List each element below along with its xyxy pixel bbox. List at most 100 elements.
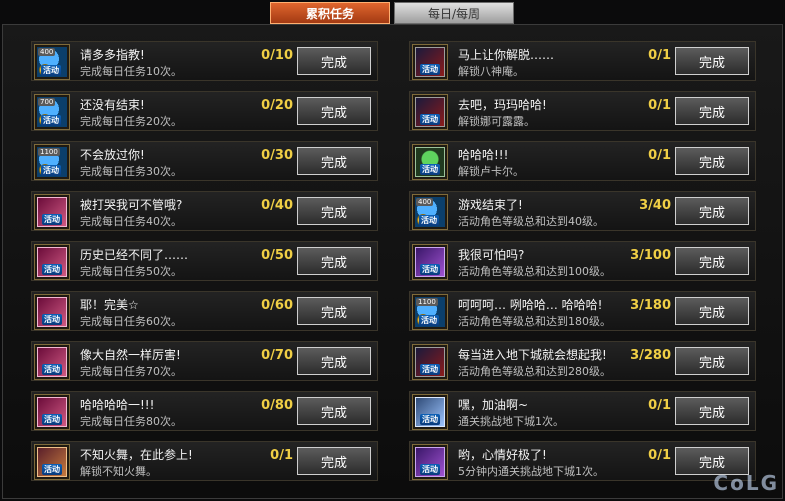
task-row: 400 活动 游戏结束了! 活动角色等级总和达到40级。 3/40 完成 (409, 191, 756, 231)
complete-button-label: 完成 (698, 455, 725, 471)
complete-button-label: 完成 (320, 255, 347, 271)
reward-icon: 活动 (415, 47, 445, 77)
event-tag: 活动 (420, 64, 440, 75)
reward-icon: 400 活动 (37, 47, 67, 77)
task-row: 活动 像大自然一样厉害! 完成每日任务70次。 0/70 完成 (31, 341, 378, 381)
complete-button[interactable]: 完成 (297, 97, 371, 125)
task-progress: 0/1 (648, 398, 671, 413)
task-title: 呵呵呵… 咧哈哈… 哈哈哈! (458, 298, 603, 312)
reward-icon: 活动 (415, 97, 445, 127)
event-tag: 活动 (420, 264, 440, 275)
task-description: 完成每日任务60次。 (80, 315, 182, 328)
complete-button[interactable]: 完成 (675, 247, 749, 275)
task-row: 活动 哈哈哈哈一!!! 完成每日任务80次。 0/80 完成 (31, 391, 378, 431)
complete-button[interactable]: 完成 (675, 397, 749, 425)
task-row: 活动 哈哈哈!!! 解锁卢卡尔。 0/1 完成 (409, 141, 756, 181)
task-title: 耶！完美☆ (80, 298, 139, 312)
complete-button-label: 完成 (698, 255, 725, 271)
task-row: 700 活动 还没有结束! 完成每日任务20次。 0/20 完成 (31, 91, 378, 131)
task-title: 哈哈哈!!! (458, 148, 509, 162)
complete-button-label: 完成 (320, 55, 347, 71)
task-icon-frame: 1100 活动 (412, 294, 448, 330)
task-icon-frame: 700 活动 (34, 94, 70, 130)
task-description: 完成每日任务40次。 (80, 215, 182, 228)
task-row: 活动 每当进入地下城就会想起我! 活动角色等级总和达到280级。 3/280 完成 (409, 341, 756, 381)
task-title: 每当进入地下城就会想起我! (458, 348, 607, 362)
task-title: 嘿，加油啊~ (458, 398, 529, 412)
complete-button-label: 完成 (698, 105, 725, 121)
reward-icon: 1100 活动 (37, 147, 67, 177)
task-row: 活动 我很可怕吗? 活动角色等级总和达到100级。 3/100 完成 (409, 241, 756, 281)
event-tag: 活动 (41, 115, 61, 126)
complete-button[interactable]: 完成 (297, 197, 371, 225)
complete-button-label: 完成 (320, 105, 347, 121)
task-title: 不会放过你! (80, 148, 145, 162)
reward-icon: 活动 (415, 447, 445, 477)
task-progress: 0/70 (261, 348, 293, 363)
complete-button[interactable]: 完成 (297, 347, 371, 375)
event-tag: 活动 (42, 214, 62, 225)
complete-button[interactable]: 完成 (297, 397, 371, 425)
task-row: 活动 哟，心情好极了! 5分钟内通关挑战地下城1次。 0/1 完成 (409, 441, 756, 481)
task-progress: 0/40 (261, 198, 293, 213)
complete-button-label: 完成 (698, 405, 725, 421)
reward-icon: 700 活动 (37, 97, 67, 127)
reward-amount: 700 (38, 98, 56, 106)
task-description: 解锁娜可露露。 (458, 115, 535, 128)
reward-icon: 活动 (37, 297, 67, 327)
task-icon-frame: 1100 活动 (34, 144, 70, 180)
complete-button[interactable]: 完成 (675, 347, 749, 375)
event-tag: 活动 (420, 164, 440, 175)
complete-button-label: 完成 (320, 305, 347, 321)
task-icon-frame: 活动 (34, 244, 70, 280)
task-icon-frame: 活动 (412, 44, 448, 80)
task-icon-frame: 活动 (412, 144, 448, 180)
right-task-column: 活动 马上让你解脱…… 解锁八神庵。 0/1 完成 活动 去吧，玛玛哈哈! 解锁娜可露露。 0/… (409, 41, 756, 491)
event-tag: 活动 (41, 165, 61, 176)
task-title: 哈哈哈哈一!!! (80, 398, 155, 412)
complete-button-label: 完成 (320, 455, 347, 471)
task-progress: 0/50 (261, 248, 293, 263)
reward-icon: 活动 (415, 397, 445, 427)
task-description: 活动角色等级总和达到100级。 (458, 265, 611, 278)
complete-button-label: 完成 (698, 155, 725, 171)
event-tag: 活动 (42, 314, 62, 325)
task-title: 哟，心情好极了! (458, 448, 547, 462)
complete-button[interactable]: 完成 (297, 297, 371, 325)
tab-daily-weekly[interactable]: 每日/每周 (394, 2, 514, 24)
event-tag: 活动 (419, 215, 439, 226)
task-title: 还没有结束! (80, 98, 145, 112)
complete-button[interactable]: 完成 (675, 97, 749, 125)
complete-button-label: 完成 (698, 355, 725, 371)
complete-button[interactable]: 完成 (297, 147, 371, 175)
task-icon-frame: 400 活动 (34, 44, 70, 80)
task-icon-frame: 活动 (412, 244, 448, 280)
complete-button-label: 完成 (698, 205, 725, 221)
task-row: 400 活动 请多多指教! 完成每日任务10次。 0/10 完成 (31, 41, 378, 81)
reward-icon: 活动 (415, 247, 445, 277)
complete-button[interactable]: 完成 (675, 47, 749, 75)
task-description: 完成每日任务50次。 (80, 265, 182, 278)
reward-icon: 活动 (37, 447, 67, 477)
reward-amount: 1100 (38, 148, 60, 156)
task-description: 通关挑战地下城1次。 (458, 415, 564, 428)
complete-button[interactable]: 完成 (675, 197, 749, 225)
event-tag: 活动 (420, 464, 440, 475)
complete-button[interactable]: 完成 (297, 447, 371, 475)
task-title: 去吧，玛玛哈哈! (458, 98, 547, 112)
task-progress: 0/10 (261, 48, 293, 63)
task-row: 活动 去吧，玛玛哈哈! 解锁娜可露露。 0/1 完成 (409, 91, 756, 131)
complete-button-label: 完成 (698, 55, 725, 71)
complete-button[interactable]: 完成 (675, 147, 749, 175)
task-description: 完成每日任务80次。 (80, 415, 182, 428)
event-tag: 活动 (420, 364, 440, 375)
task-progress: 0/30 (261, 148, 293, 163)
task-title: 历史已经不同了…… (80, 248, 189, 262)
complete-button[interactable]: 完成 (297, 47, 371, 75)
complete-button[interactable]: 完成 (675, 297, 749, 325)
tab-cumulative[interactable]: 累积任务 (270, 2, 390, 24)
event-tag: 活动 (42, 414, 62, 425)
task-icon-frame: 活动 (412, 94, 448, 130)
complete-button[interactable]: 完成 (297, 247, 371, 275)
task-row: 1100 活动 呵呵呵… 咧哈哈… 哈哈哈! 活动角色等级总和达到180级。 3/180… (409, 291, 756, 331)
